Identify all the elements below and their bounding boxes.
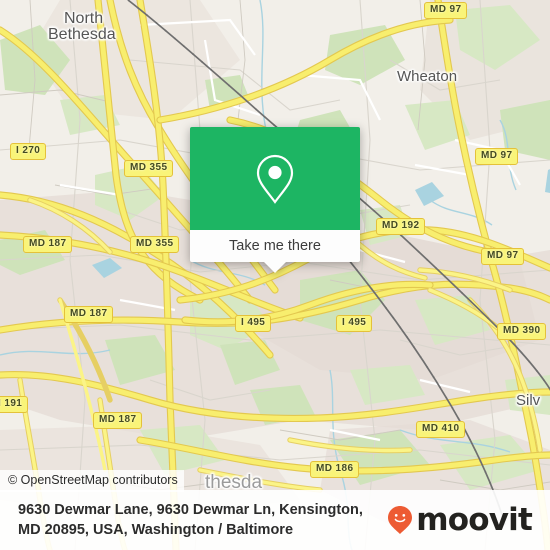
- popup-icon-area: [190, 127, 360, 230]
- road-shield-md-410[interactable]: MD 410: [416, 421, 466, 438]
- place-label-north-bethesda-line2: Bethesda: [48, 26, 116, 43]
- address-line-1: 9630 Dewmar Lane, 9630 Dewmar Ln, Kensin…: [18, 502, 363, 518]
- moovit-pin-smiley-icon: [388, 506, 413, 534]
- take-me-there-label: Take me there: [229, 238, 321, 254]
- road-shield-i-270[interactable]: I 270: [10, 143, 47, 160]
- road-shield-i-495-left[interactable]: I 495: [235, 315, 272, 332]
- road-shield-md-355-lower[interactable]: MD 355: [130, 236, 180, 253]
- footer-bar: 9630 Dewmar Lane, 9630 Dewmar Ln, Kensin…: [0, 490, 550, 550]
- road-shield-md-97-mid[interactable]: MD 97: [481, 248, 525, 265]
- popup-action-area[interactable]: Take me there: [190, 230, 360, 273]
- map-canvas[interactable]: .base { fill:#f2efe9; } .resid { fill:#e…: [0, 0, 550, 550]
- road-shield-md-390[interactable]: MD 390: [497, 323, 547, 340]
- moovit-wordmark: moovit: [416, 501, 533, 538]
- map-pin-icon: [256, 154, 294, 204]
- road-shield-md-355-upper[interactable]: MD 355: [124, 160, 174, 177]
- address-text: 9630 Dewmar Lane, 9630 Dewmar Ln, Kensin…: [18, 500, 387, 540]
- moovit-map-screen: .base { fill:#f2efe9; } .resid { fill:#e…: [0, 0, 550, 550]
- popup-pointer-tail: [264, 262, 286, 273]
- road-shield-md-97-right[interactable]: MD 97: [475, 148, 519, 165]
- map-viewport[interactable]: .base { fill:#f2efe9; } .resid { fill:#e…: [0, 0, 550, 550]
- road-shield-i-495-right[interactable]: I 495: [336, 315, 373, 332]
- road-shield-md-187-upper[interactable]: MD 187: [23, 236, 73, 253]
- take-me-there-popup[interactable]: Take me there: [190, 127, 360, 273]
- osm-attribution[interactable]: © OpenStreetMap contributors: [0, 470, 184, 492]
- moovit-logo[interactable]: moovit: [387, 501, 536, 538]
- place-label-silver-spring: Silv: [516, 392, 541, 409]
- address-line-2: MD 20895, USA, Washington / Baltimore: [18, 522, 294, 538]
- road-shield-md-187-mid[interactable]: MD 187: [64, 306, 114, 323]
- road-shield-md-186[interactable]: MD 186: [310, 461, 360, 478]
- place-label-wheaton: Wheaton: [397, 68, 458, 85]
- road-shield-i-191[interactable]: I 191: [0, 396, 29, 413]
- road-shield-md-97-north[interactable]: MD 97: [424, 2, 468, 19]
- road-shield-md-187-lower[interactable]: MD 187: [93, 412, 143, 429]
- road-shield-md-192[interactable]: MD 192: [376, 218, 426, 235]
